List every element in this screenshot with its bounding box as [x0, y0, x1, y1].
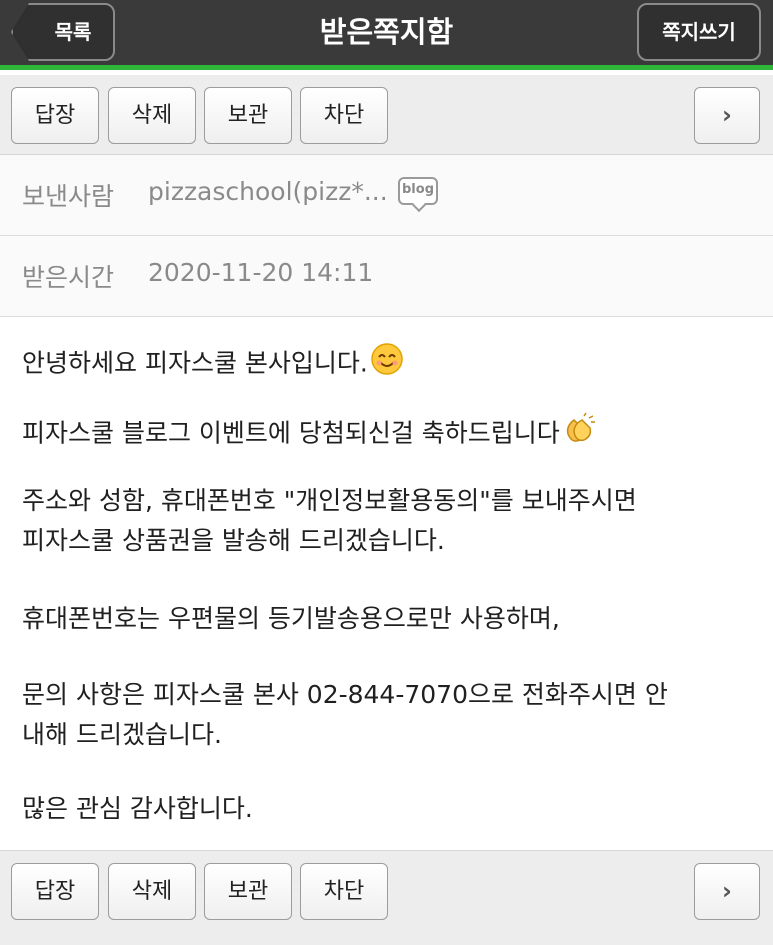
message-body: 안녕하세요 피자스쿨 본사입니다. 피자스쿨 블로그 이벤트에 당첨되신걸 축하…: [0, 318, 773, 850]
received-time-value: 2020-11-20 14:11: [148, 258, 374, 287]
chevron-right-icon: ›: [722, 101, 732, 129]
received-time-label: 받은시간: [22, 263, 115, 292]
message-line: 피자스쿨 상품권을 발송해 드리겠습니다.: [22, 526, 445, 555]
block-button[interactable]: 차단: [300, 863, 388, 920]
top-action-toolbar: 답장 삭제 보관 차단 ›: [0, 75, 773, 155]
message-line: 주소와 성함, 휴대폰번호 "개인정보활용동의"를 보내주시면: [22, 486, 637, 515]
message-line: 많은 관심 감사합니다.: [22, 794, 253, 823]
blog-icon[interactable]: blog: [398, 177, 438, 205]
sender-row: 보낸사람 pizzaschool(pizz*...: [0, 155, 773, 236]
delete-button[interactable]: 삭제: [108, 863, 196, 920]
reply-button[interactable]: 답장: [11, 87, 99, 144]
save-button[interactable]: 보관: [204, 863, 292, 920]
next-message-button[interactable]: ›: [694, 863, 760, 920]
message-text: 안녕하세요 피자스쿨 본사입니다.: [22, 348, 368, 378]
chevron-right-icon: ›: [722, 877, 732, 905]
sender-value[interactable]: pizzaschool(pizz*...: [148, 177, 388, 206]
message-line: 내해 드리겠습니다.: [22, 720, 222, 749]
message-line: 안녕하세요 피자스쿨 본사입니다.: [22, 342, 757, 387]
reply-button[interactable]: 답장: [11, 863, 99, 920]
received-time-row: 받은시간 2020-11-20 14:11: [0, 236, 773, 317]
clapping-hands-icon: [562, 412, 596, 457]
sender-label: 보낸사람: [22, 182, 115, 211]
bottom-action-toolbar: 답장 삭제 보관 차단 ›: [0, 850, 773, 945]
title-bar: 목록 받은쪽지함 쪽지쓰기: [0, 0, 773, 70]
next-message-button[interactable]: ›: [694, 87, 760, 144]
write-message-button[interactable]: 쪽지쓰기: [637, 3, 761, 61]
delete-button[interactable]: 삭제: [108, 87, 196, 144]
message-line: 문의 사항은 피자스쿨 본사 02-844-7070으로 전화주시면 안: [22, 680, 668, 709]
message-line: 휴대폰번호는 우편물의 등기발송용으로만 사용하며,: [22, 604, 560, 633]
message-line: 피자스쿨 블로그 이벤트에 당첨되신걸 축하드립니다: [22, 412, 757, 457]
message-text: 피자스쿨 블로그 이벤트에 당첨되신걸 축하드립니다: [22, 418, 560, 448]
block-button[interactable]: 차단: [300, 87, 388, 144]
save-button[interactable]: 보관: [204, 87, 292, 144]
smiling-face-icon: [370, 342, 404, 387]
